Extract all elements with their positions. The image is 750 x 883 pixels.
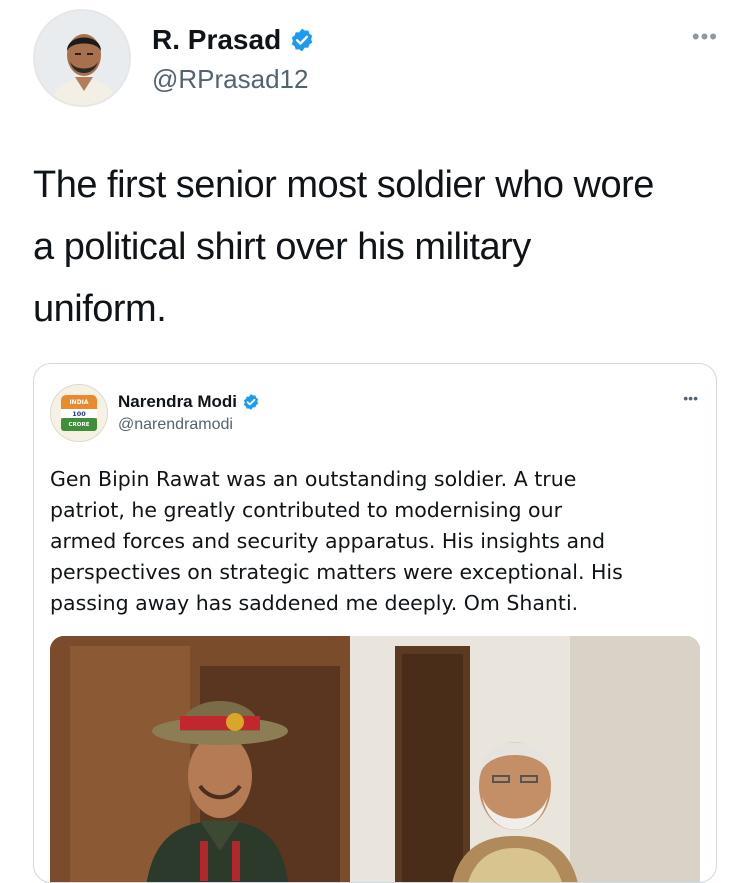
logo-text-100: 100 xyxy=(72,410,86,418)
avatar-portrait xyxy=(35,11,129,105)
more-options-icon[interactable]: ••• xyxy=(692,24,718,50)
tweet-text: The first senior most soldier who wore a… xyxy=(33,154,723,340)
logo-text-crore: CRORE xyxy=(69,422,90,428)
verified-badge-icon xyxy=(289,27,315,53)
tweet-text-line: uniform. xyxy=(33,288,167,330)
logo-text-india: INDIA xyxy=(69,399,88,406)
quoted-verified-badge-icon xyxy=(242,393,260,411)
author-avatar[interactable] xyxy=(33,9,131,107)
author-name[interactable]: R. Prasad xyxy=(152,24,281,56)
quoted-text-line: passing away has saddened me deeply. Om … xyxy=(50,591,579,615)
quoted-text-line: perspectives on strategic matters were e… xyxy=(50,560,623,584)
author-handle[interactable]: @RPrasad12 xyxy=(152,64,308,95)
quoted-tweet-photo[interactable] xyxy=(50,636,700,882)
quoted-author-name[interactable]: Narendra Modi xyxy=(118,392,237,412)
quoted-tweet[interactable]: INDIA 100 CRORE Narendra Modi @narendram… xyxy=(33,363,717,883)
quoted-more-options-icon[interactable]: ••• xyxy=(683,390,698,406)
quoted-author-name-row[interactable]: Narendra Modi xyxy=(118,392,260,412)
tweet-text-line: The first senior most soldier who wore xyxy=(33,164,654,206)
quoted-author-avatar[interactable]: INDIA 100 CRORE xyxy=(50,384,108,442)
quoted-author-handle[interactable]: @narendramodi xyxy=(118,416,233,434)
india-100-crore-logo-icon: INDIA 100 CRORE xyxy=(51,385,107,441)
quoted-text-line: Gen Bipin Rawat was an outstanding soldi… xyxy=(50,467,577,491)
quoted-tweet-text: Gen Bipin Rawat was an outstanding soldi… xyxy=(50,464,700,619)
tweet-text-line: a political shirt over his military xyxy=(33,226,531,268)
quoted-text-line: armed forces and security apparatus. His… xyxy=(50,529,606,553)
author-name-row[interactable]: R. Prasad xyxy=(152,24,315,56)
quoted-text-line: patriot, he greatly contributed to moder… xyxy=(50,498,563,522)
photo-general-and-prime-minister xyxy=(50,636,700,882)
